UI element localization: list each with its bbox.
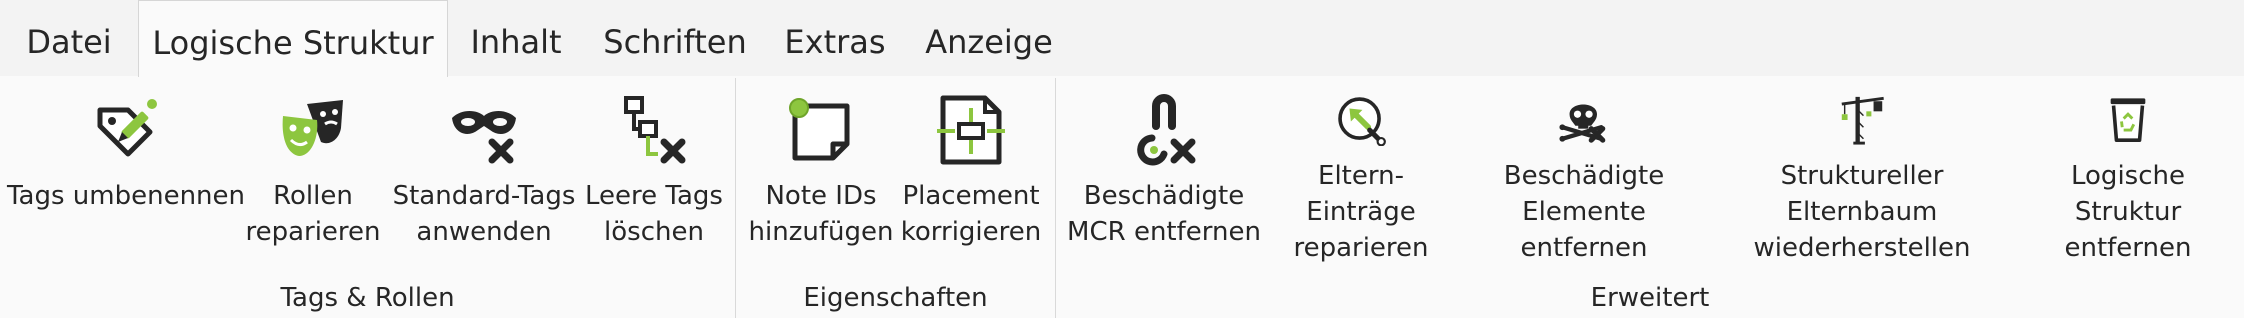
button-label: Tags umbenennen [6, 181, 246, 211]
button-label: Eltern-Einträge reparieren [1293, 161, 1429, 263]
tab-datei[interactable]: Datei [0, 0, 138, 76]
tab-logische-struktur[interactable]: Logische Struktur [138, 0, 448, 77]
tab-schriften[interactable]: Schriften [584, 0, 766, 76]
mask-x-icon [452, 111, 516, 164]
placement-korrigieren-button[interactable]: Placement korrigieren [896, 80, 1046, 266]
button-label: Rollen reparieren [245, 181, 381, 247]
tree-nodes-x-icon [624, 96, 686, 164]
crane-icon [1841, 96, 1884, 145]
group-label-eigenschaften: Eigenschaften [803, 283, 988, 313]
rollen-reparieren-button[interactable]: Rollen reparieren [245, 80, 381, 266]
button-label: Standard-Tags anwenden [392, 181, 576, 247]
theater-masks-icon [282, 100, 343, 156]
arrow-wrench-icon [1338, 97, 1386, 146]
group-label-erweitert: Erweitert [1590, 283, 1710, 313]
logische-struktur-entfernen-button[interactable]: Logische Struktur entfernen [2018, 80, 2238, 266]
tab-anzeige[interactable]: Anzeige [904, 0, 1074, 76]
tab-inhalt[interactable]: Inhalt [448, 0, 584, 76]
button-label: Note IDs hinzufügen [748, 181, 894, 247]
tab-extras[interactable]: Extras [766, 0, 904, 76]
skull-x-icon [1559, 104, 1606, 143]
beschaedigte-mcr-entfernen-button[interactable]: Beschädigte MCR entfernen [1064, 80, 1264, 266]
button-label: Placement korrigieren [900, 181, 1042, 247]
button-label: Leere Tags löschen [585, 181, 723, 247]
ribbon-tab-bar: Datei Logische Struktur Inhalt Schriften… [0, 0, 2244, 77]
struktureller-elternbaum-wiederherstellen-button[interactable]: Struktureller Elternbaum wiederherstelle… [1712, 80, 2012, 266]
note-ids-hinzufuegen-button[interactable]: Note IDs hinzufügen [746, 80, 896, 266]
group-label-tags-rollen: Tags & Rollen [280, 283, 455, 313]
button-label: Struktureller Elternbaum wiederherstelle… [1753, 161, 1971, 263]
beschaedigte-elemente-entfernen-button[interactable]: Beschädigte Elemente entfernen [1464, 80, 1704, 266]
button-label: Beschädigte MCR entfernen [1067, 181, 1261, 247]
eltern-eintraege-reparieren-button[interactable]: Eltern-Einträge reparieren [1264, 80, 1458, 266]
standard-tags-anwenden-button[interactable]: Standard-Tags anwenden [384, 80, 584, 266]
button-label: Beschädigte Elemente entfernen [1503, 161, 1665, 263]
note-pin-icon [789, 98, 850, 161]
tag-pencil-icon [97, 99, 157, 157]
tags-umbenennen-button[interactable]: Tags umbenennen [4, 80, 248, 266]
leere-tags-loeschen-button[interactable]: Leere Tags löschen [584, 80, 724, 266]
recycle-bin-icon [2110, 98, 2146, 143]
button-label: Logische Struktur entfernen [2064, 161, 2192, 263]
placement-frame-icon [937, 95, 1005, 165]
broken-link-x-icon [1137, 94, 1196, 166]
